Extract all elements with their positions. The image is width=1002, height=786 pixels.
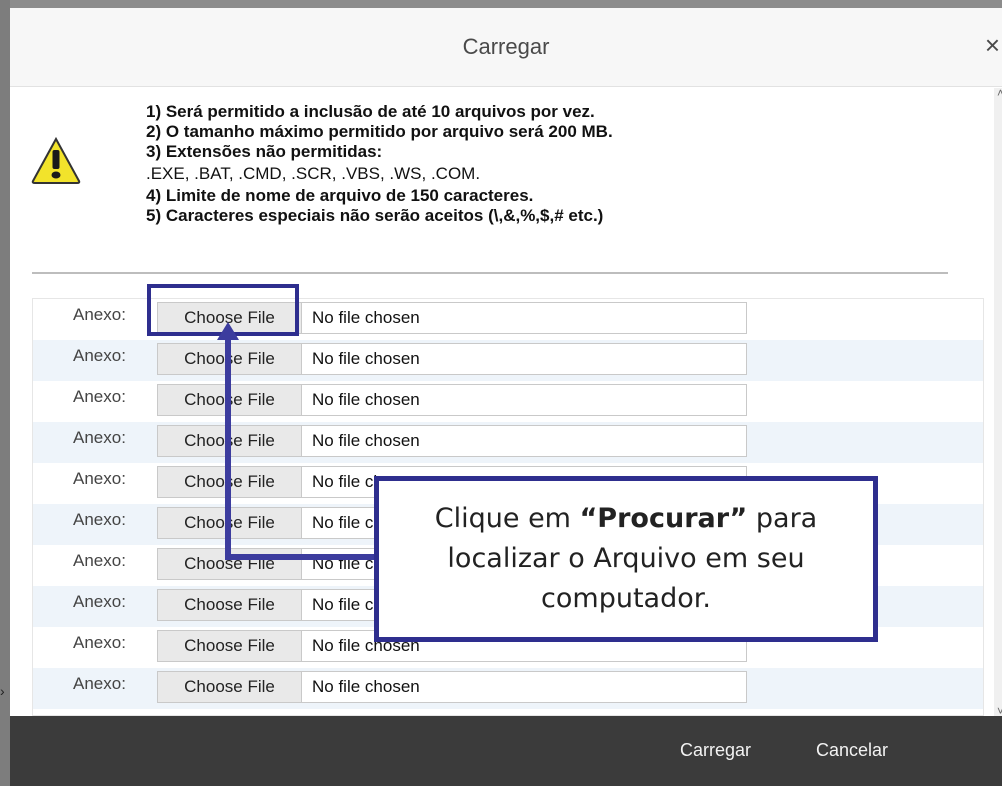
divider [32, 272, 948, 274]
cancel-button[interactable]: Cancelar [816, 740, 888, 761]
dialog-titlebar: Carregar × [10, 8, 1002, 87]
attachment-row: Anexo: Choose File No file chosen [33, 668, 983, 709]
rule-special-chars: 5) Caracteres especiais não serão aceito… [146, 206, 604, 225]
attachment-label: Anexo: [73, 346, 126, 365]
attachment-label: Anexo: [73, 305, 126, 324]
callout-pre: Clique em [434, 503, 580, 534]
file-status: No file chosen [312, 431, 420, 450]
rule-extensions-list: .EXE, .BAT, .CMD, .SCR, .VBS, .WS, .COM. [146, 164, 481, 183]
attachment-row: Anexo: Choose File No file chosen [33, 381, 983, 422]
rule-filename-limit: 4) Limite de nome de arquivo de 150 cara… [146, 186, 534, 205]
callout-arrow-line [225, 336, 231, 560]
upload-rules: 1) Será permitido a inclusão de até 10 a… [146, 102, 946, 226]
dialog-title: Carregar [462, 34, 550, 59]
attachment-label: Anexo: [73, 592, 126, 611]
attachment-label: Anexo: [73, 674, 126, 693]
file-status: No file chosen [312, 349, 420, 368]
attachment-label: Anexo: [73, 428, 126, 447]
choose-file-button[interactable]: Choose File [158, 631, 302, 661]
dialog-footer: Carregar Cancelar [10, 716, 1002, 786]
rule-max-files: 1) Será permitido a inclusão de até 10 a… [146, 102, 595, 121]
attachment-label: Anexo: [73, 633, 126, 652]
choose-file-button[interactable]: Choose File [158, 672, 302, 702]
arrow-head-icon [217, 322, 239, 340]
file-input[interactable]: Choose File No file chosen [157, 671, 747, 703]
attachment-label: Anexo: [73, 387, 126, 406]
file-status: No file chosen [312, 390, 420, 409]
edge-marker: › [0, 683, 5, 699]
file-status: No file chosen [312, 308, 420, 327]
file-input[interactable]: Choose File No file chosen [157, 343, 747, 375]
file-input[interactable]: Choose File No file chosen [157, 384, 747, 416]
callout-arrow-connector [225, 554, 375, 560]
rule-extensions-heading: 3) Extensões não permitidas: [146, 142, 383, 161]
attachment-label: Anexo: [73, 551, 126, 570]
instruction-callout: Clique em “Procurar” para localizar o Ar… [374, 476, 878, 642]
file-input[interactable]: Choose File No file chosen [157, 425, 747, 457]
upload-dialog: Carregar × ˄ ˅ 1) Será permitido a inclu… [10, 8, 1002, 786]
warning-icon [31, 136, 81, 184]
file-status: No file chosen [312, 677, 420, 696]
attachment-label: Anexo: [73, 510, 126, 529]
rule-max-size: 2) O tamanho máximo permitido por arquiv… [146, 122, 613, 141]
scroll-up-icon[interactable]: ˄ [997, 86, 1002, 100]
vertical-scrollbar[interactable] [994, 88, 1002, 720]
background-strip [0, 0, 10, 786]
upload-button[interactable]: Carregar [680, 740, 751, 761]
attachment-row: Anexo: Choose File No file chosen [33, 340, 983, 381]
callout-bold: “Procurar” [579, 503, 748, 534]
choose-file-button[interactable]: Choose File [158, 590, 302, 620]
attachment-label: Anexo: [73, 469, 126, 488]
attachment-row: Anexo: Choose File No file chosen [33, 422, 983, 463]
close-icon[interactable]: × [985, 32, 1000, 58]
